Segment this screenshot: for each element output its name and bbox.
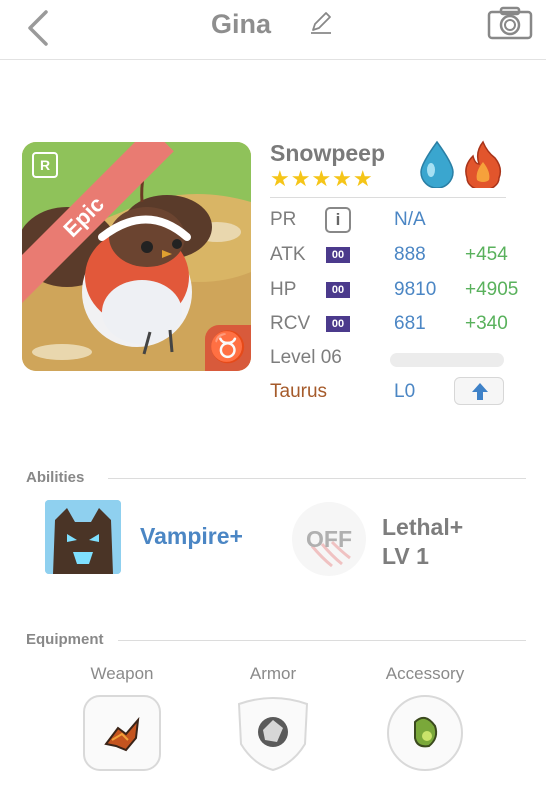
stats-divider: [270, 197, 506, 198]
hp-value: 9810: [394, 279, 437, 300]
armor-label: Armor: [249, 664, 297, 683]
abilities-heading: Abilities: [26, 469, 85, 486]
pet-portrait-card[interactable]: Epic R ♉: [22, 142, 251, 371]
rcv-label: RCV: [270, 313, 311, 334]
stat-row-rcv: RCV 00 681 +340: [270, 309, 510, 339]
atk-value: 888: [394, 244, 426, 265]
info-button[interactable]: i: [325, 207, 351, 233]
arrow-up-icon: [472, 383, 488, 400]
ability-secondary-name: Lethal+: [382, 514, 464, 540]
level-label: Level 06: [270, 347, 342, 368]
camera-icon[interactable]: [487, 6, 533, 40]
fire-icon: [465, 140, 502, 188]
atk-label: ATK: [270, 244, 306, 265]
level-progress-bar: [390, 353, 504, 367]
zodiac-label: Taurus: [270, 381, 328, 402]
top-bar: Gina: [0, 0, 546, 60]
weapon-slot[interactable]: [82, 694, 162, 772]
zodiac-level: L0: [394, 381, 416, 402]
pet-name: Snowpeep: [270, 140, 386, 166]
stat-row-pr: PR i N/A: [270, 205, 510, 235]
hp-label: HP: [270, 279, 297, 300]
ability-name-primary[interactable]: Vampire+: [140, 523, 243, 550]
accessory-slot[interactable]: [385, 694, 465, 772]
weapon-label: Weapon: [90, 664, 154, 683]
rank-badge: R: [32, 152, 58, 178]
star-rating: ★★★★★: [270, 166, 374, 191]
ability-secondary-level: LV 1: [382, 543, 429, 569]
vampire-ability-icon[interactable]: [45, 500, 121, 574]
armor-slot[interactable]: [233, 694, 313, 772]
page-title: Gina: [210, 9, 271, 39]
equipment-heading: Equipment: [26, 631, 104, 648]
stat-row-hp: HP 00 9810 +4905: [270, 275, 518, 305]
equipment-divider: [118, 640, 526, 641]
atk-bonus: +454: [465, 244, 508, 265]
zodiac-upgrade-button[interactable]: [454, 377, 504, 405]
edit-pencil-icon[interactable]: [308, 10, 334, 36]
hp-bonus: +4905: [465, 279, 519, 300]
hp-tag: 00: [326, 282, 350, 298]
abilities-divider: [108, 478, 526, 479]
accessory-label: Accessory: [385, 664, 465, 683]
ability-name-secondary[interactable]: Lethal+ LV 1: [382, 513, 463, 571]
water-drop-icon: [420, 140, 454, 188]
rcv-tag: 00: [326, 316, 350, 332]
stat-row-zodiac: Taurus L0: [270, 377, 510, 407]
pr-value: N/A: [394, 209, 426, 230]
atk-tag: 00: [326, 247, 350, 263]
wolf-face-icon: [45, 500, 121, 574]
pr-label: PR: [270, 209, 297, 230]
zodiac-taurus-icon: ♉: [205, 325, 251, 371]
ability-off-label: OFF: [306, 526, 352, 552]
rcv-value: 681: [394, 313, 426, 334]
stat-row-atk: ATK 00 888 +454: [270, 240, 510, 270]
rcv-bonus: +340: [465, 313, 508, 334]
stat-row-level: Level 06: [270, 343, 510, 373]
